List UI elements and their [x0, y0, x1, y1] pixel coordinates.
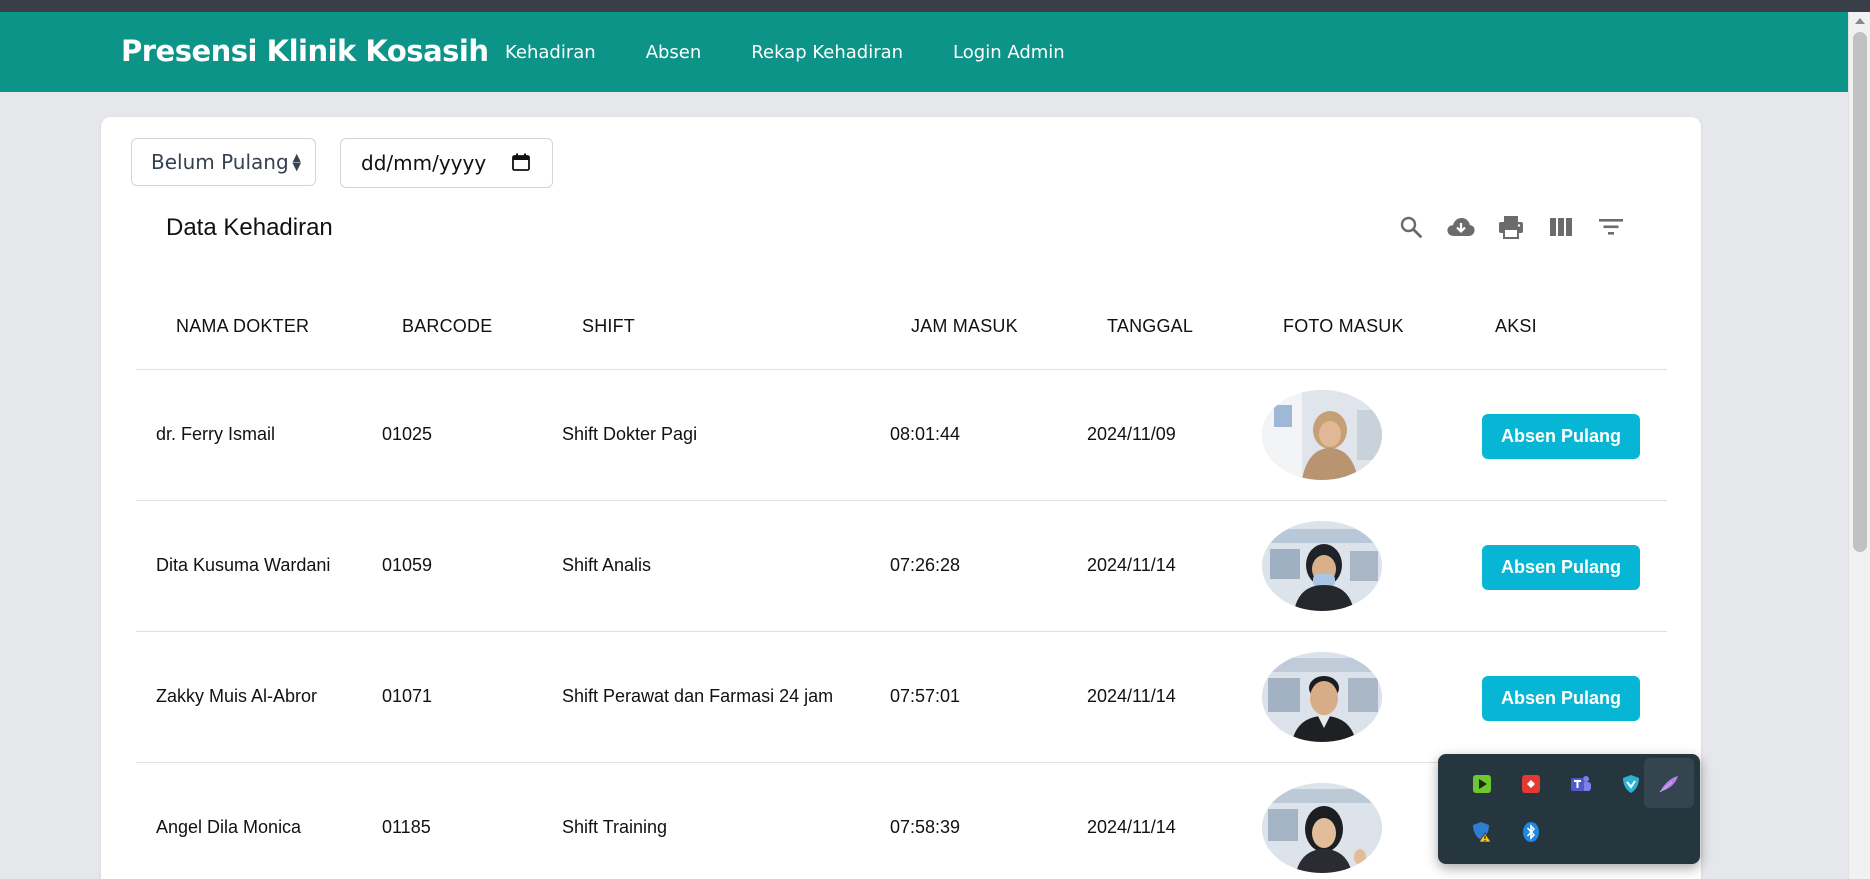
column-header-nama-dokter[interactable]: NAMA DOKTER	[176, 316, 309, 337]
table-header: NAMA DOKTER BARCODE SHIFT JAM MASUK TANG…	[136, 292, 1667, 370]
cell-tanggal: 2024/11/14	[1087, 817, 1176, 837]
absen-pulang-button[interactable]: Absen Pulang	[1482, 414, 1640, 459]
photo-thumbnail	[1262, 521, 1382, 611]
columns-icon[interactable]	[1546, 212, 1576, 242]
cell-tanggal: 2024/11/14	[1087, 686, 1176, 706]
anydesk-icon[interactable]	[1519, 772, 1543, 796]
cell-nama: dr. Ferry Ismail	[156, 424, 276, 444]
cell-shift: Shift Perawat dan Farmasi 24 jam	[562, 686, 834, 706]
teams-icon[interactable]	[1569, 772, 1593, 796]
nav-links: Kehadiran Absen Rekap Kehadiran Login Ad…	[505, 42, 1065, 63]
column-header-foto-masuk[interactable]: FOTO MASUK	[1283, 316, 1404, 337]
column-header-aksi: AKSI	[1495, 316, 1537, 336]
table-row: Dita Kusuma Wardani 01059 Shift Analis 0…	[136, 501, 1667, 632]
cell-nama: Angel Dila Monica	[156, 817, 302, 837]
scroll-up-arrow-icon[interactable]	[1855, 18, 1865, 24]
nav-link-login-admin[interactable]: Login Admin	[953, 42, 1065, 63]
absen-pulang-button[interactable]: Absen Pulang	[1482, 545, 1640, 590]
page-scrollbar[interactable]	[1848, 12, 1870, 879]
cell-barcode: 01071	[382, 686, 433, 706]
cell-shift: Shift Dokter Pagi	[562, 424, 698, 444]
column-header-tanggal[interactable]: TANGGAL	[1107, 316, 1193, 337]
cell-barcode: 01025	[382, 424, 433, 444]
print-icon[interactable]	[1496, 212, 1526, 242]
cell-jam-masuk: 08:01:44	[890, 424, 961, 444]
column-header-shift[interactable]: SHIFT	[582, 316, 635, 337]
system-tray-overflow	[1438, 754, 1700, 864]
navbar: Presensi Klinik Kosasih Kehadiran Absen …	[0, 12, 1848, 92]
date-input-placeholder: dd/mm/yyyy	[361, 151, 487, 175]
table-toolbar	[1396, 212, 1626, 242]
nav-link-absen[interactable]: Absen	[646, 42, 702, 63]
vpn-shield-icon[interactable]	[1619, 772, 1643, 796]
photo-thumbnail	[1262, 390, 1382, 480]
cell-nama: Dita Kusuma Wardani	[156, 555, 331, 575]
cell-jam-masuk: 07:58:39	[890, 817, 961, 837]
cell-tanggal: 2024/11/14	[1087, 555, 1176, 575]
photo-thumbnail	[1262, 652, 1382, 742]
cell-barcode: 01059	[382, 555, 433, 575]
calendar-icon[interactable]	[512, 153, 530, 171]
column-header-jam-masuk[interactable]: JAM MASUK	[911, 316, 1018, 337]
feather-icon[interactable]	[1657, 772, 1681, 796]
date-input[interactable]: dd/mm/yyyy	[340, 138, 553, 188]
select-caret-icon: ▲ ▼	[292, 151, 301, 173]
defender-warning-icon[interactable]	[1470, 820, 1494, 844]
nav-link-kehadiran[interactable]: Kehadiran	[505, 42, 596, 63]
cell-tanggal: 2024/11/09	[1087, 424, 1176, 444]
filter-icon[interactable]	[1596, 212, 1626, 242]
browser-top-strip	[0, 0, 1870, 12]
bluetooth-icon[interactable]	[1519, 820, 1543, 844]
cell-shift: Shift Training	[562, 817, 668, 837]
nvidia-icon[interactable]	[1470, 772, 1494, 796]
table-title: Data Kehadiran	[166, 214, 333, 241]
scrollbar-thumb[interactable]	[1853, 32, 1867, 552]
cell-jam-masuk: 07:57:01	[890, 686, 961, 706]
search-icon[interactable]	[1396, 212, 1426, 242]
nav-link-rekap-kehadiran[interactable]: Rekap Kehadiran	[751, 42, 903, 63]
table-row: Zakky Muis Al-Abror 01071 Shift Perawat …	[136, 632, 1667, 763]
status-select[interactable]: Belum Pulang ▲ ▼	[131, 138, 316, 186]
download-icon[interactable]	[1446, 212, 1476, 242]
cell-shift: Shift Analis	[562, 555, 652, 575]
status-select-value: Belum Pulang	[151, 150, 289, 174]
cell-jam-masuk: 07:26:28	[890, 555, 961, 575]
absen-pulang-button[interactable]: Absen Pulang	[1482, 676, 1640, 721]
column-header-barcode[interactable]: BARCODE	[402, 316, 492, 337]
cell-nama: Zakky Muis Al-Abror	[156, 686, 318, 706]
photo-thumbnail	[1262, 783, 1382, 873]
table-row: dr. Ferry Ismail 01025 Shift Dokter Pagi…	[136, 370, 1667, 501]
brand-title[interactable]: Presensi Klinik Kosasih	[121, 34, 489, 68]
cell-barcode: 01185	[382, 817, 431, 837]
